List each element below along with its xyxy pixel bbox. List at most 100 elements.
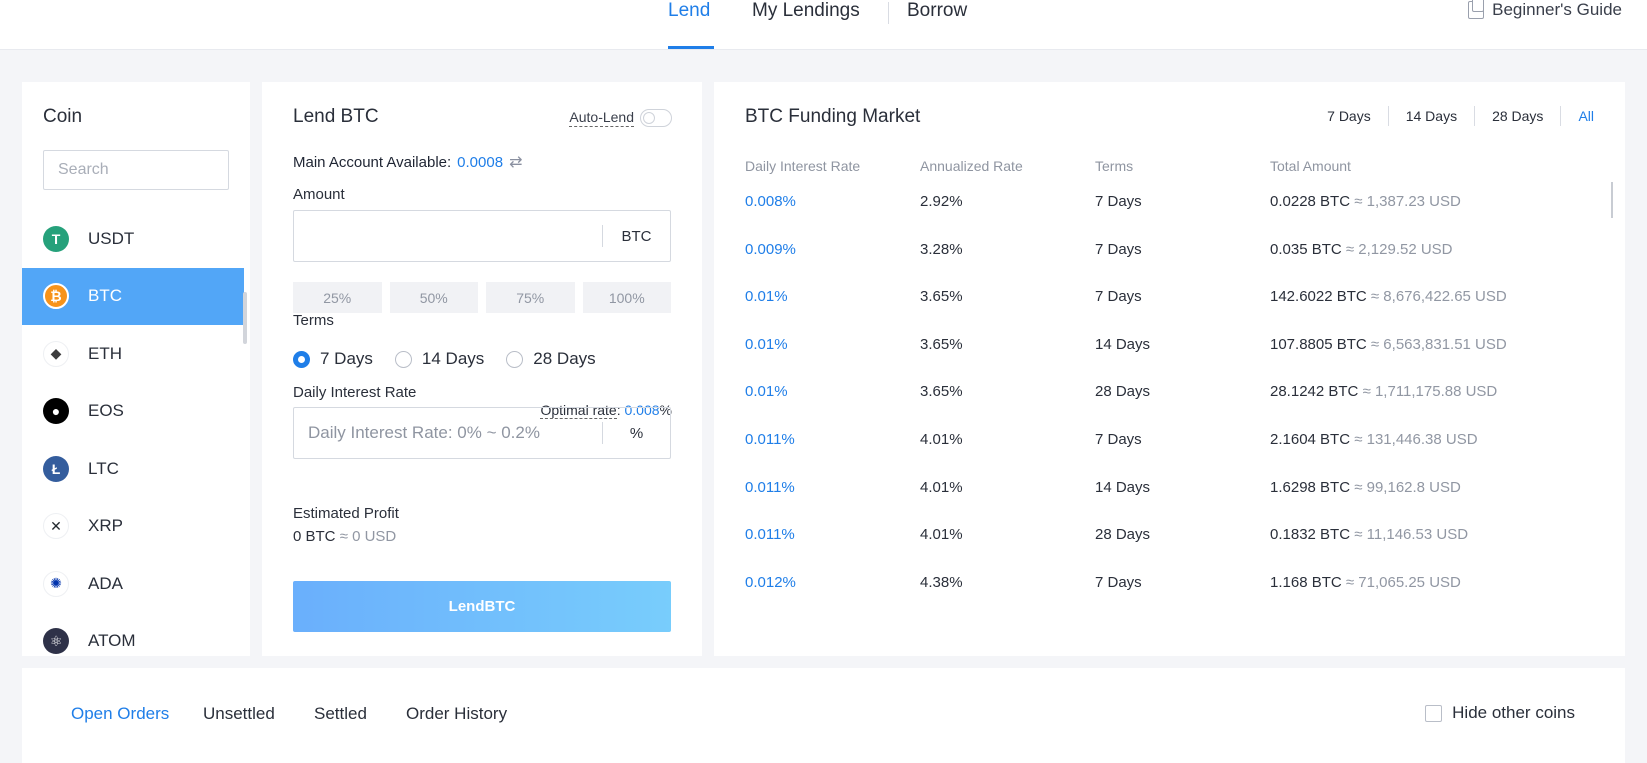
term-cell: 7 Days — [1095, 240, 1142, 258]
annualized-rate-cell: 3.65% — [920, 288, 963, 306]
pct-100-button[interactable]: 100% — [582, 282, 671, 313]
term-cell: 28 Days — [1095, 383, 1151, 401]
coin-item-btc[interactable]: ₿ BTC — [22, 267, 244, 325]
tab-lend[interactable]: Lend — [668, 0, 710, 22]
available-value: 0.0008 — [457, 153, 504, 171]
coin-item-ltc[interactable]: Ł LTC — [22, 440, 244, 498]
column-header-terms: Terms — [1095, 158, 1134, 174]
orders-panel: Open Orders Unsettled Settled Order Hist… — [22, 668, 1625, 763]
pct-75-button[interactable]: 75% — [486, 282, 575, 313]
coin-item-usdt[interactable]: T USDT — [22, 210, 244, 268]
amount-usd: ≈ 71,065.25 USD — [1345, 573, 1461, 591]
market-row[interactable]: 0.01% 3.65% 7 Days 142.6022 BTC ≈ 8,676,422… — [745, 288, 1595, 310]
radio-dot — [506, 350, 524, 368]
market-table-scrollbar[interactable] — [1611, 182, 1613, 218]
term-cell: 7 Days — [1095, 288, 1142, 306]
term-14-days-radio[interactable]: 14 Days — [394, 349, 484, 369]
total-amount-cell: 0.0228 BTC ≈ 1,387.23 USD — [1270, 193, 1461, 210]
market-row[interactable]: 0.012% 4.38% 7 Days 1.168 BTC ≈ 71,065.25 U… — [745, 574, 1595, 596]
auto-lend-toggle[interactable] — [640, 109, 672, 127]
coin-item-xrp[interactable]: ✕ XRP — [22, 498, 244, 556]
term-cell: 7 Days — [1095, 431, 1142, 448]
daily-rate-cell[interactable]: 0.011% — [745, 431, 795, 448]
tab-my-lendings[interactable]: My Lendings — [752, 0, 860, 22]
transfer-icon[interactable]: ⇄ — [509, 152, 522, 172]
annualized-rate-cell: 2.92% — [920, 193, 963, 210]
tab-settled[interactable]: Settled — [314, 704, 367, 724]
coin-item-eos[interactable]: ● EOS — [22, 383, 244, 441]
amount-unit: BTC — [602, 225, 670, 247]
market-row[interactable]: 0.008% 2.92% 7 Days 0.0228 BTC ≈ 1,387.23 U… — [745, 193, 1595, 215]
annualized-rate-cell: 4.01% — [920, 526, 963, 544]
active-tab-indicator — [668, 46, 714, 49]
filter-all[interactable]: All — [1561, 108, 1594, 124]
daily-rate-cell[interactable]: 0.01% — [745, 383, 788, 400]
daily-rate-input[interactable] — [294, 408, 602, 458]
hide-other-coins-checkbox[interactable]: Hide other coins — [1425, 703, 1575, 723]
coin-symbol: BTC — [88, 286, 122, 306]
coin-item-atom[interactable]: ⚛ ATOM — [22, 613, 244, 657]
coin-item-ada[interactable]: ✺ ADA — [22, 555, 244, 613]
coin-symbol: ADA — [88, 573, 123, 593]
term-7-days-radio[interactable]: 7 Days — [293, 349, 373, 369]
coin-list-scrollbar[interactable] — [243, 292, 247, 344]
amount-btc: 28.1242 BTC — [1270, 383, 1359, 401]
pct-25-button[interactable]: 25% — [293, 282, 382, 313]
annualized-rate-cell: 4.38% — [920, 573, 963, 591]
profit-btc: 0 BTC — [293, 528, 336, 545]
pct-50-button[interactable]: 50% — [389, 282, 478, 313]
daily-rate-cell[interactable]: 0.011% — [745, 526, 795, 543]
lend-btc-button[interactable]: LendBTC — [293, 581, 671, 632]
market-row[interactable]: 0.01% 3.65% 28 Days 28.1242 BTC ≈ 1,711,175… — [745, 383, 1595, 405]
term-label: 7 Days — [320, 349, 373, 368]
coin-item-eth[interactable]: ◆ ETH — [22, 325, 244, 383]
tab-open-orders[interactable]: Open Orders — [71, 704, 169, 724]
daily-rate-cell[interactable]: 0.012% — [745, 574, 796, 591]
amount-input[interactable] — [294, 211, 602, 261]
amount-usd: ≈ 6,563,831.51 USD — [1370, 335, 1507, 353]
tab-order-history[interactable]: Order History — [406, 704, 507, 724]
eth-icon: ◆ — [43, 340, 69, 367]
daily-rate-cell[interactable]: 0.008% — [745, 193, 796, 210]
beginners-guide-link[interactable]: Beginner's Guide — [1468, 0, 1622, 20]
coin-list: T USDT ₿ BTC ◆ ETH ● EOS Ł LTC ✕ XRP ✺ ADA ⚛ ATOM — [22, 210, 244, 656]
filter-7-days[interactable]: 7 Days — [1310, 108, 1388, 124]
coin-symbol: LTC — [88, 458, 119, 478]
term-cell: 28 Days — [1095, 526, 1151, 544]
nav-divider — [888, 2, 889, 24]
market-row[interactable]: 0.011% 4.01% 14 Days 1.6298 BTC ≈ 99,162.8 … — [745, 479, 1595, 501]
market-row[interactable]: 0.011% 4.01% 28 Days 0.1832 BTC ≈ 11,146.53… — [745, 526, 1595, 548]
term-28-days-radio[interactable]: 28 Days — [506, 349, 596, 369]
amount-usd: ≈ 131,446.38 USD — [1354, 431, 1478, 448]
amount-btc: 0.035 BTC — [1270, 240, 1342, 258]
estimated-profit-value: 0 BTC ≈ 0 USD — [293, 528, 396, 545]
coin-symbol: USDT — [88, 228, 135, 248]
available-label: Main Account Available: — [293, 153, 452, 171]
tab-borrow[interactable]: Borrow — [907, 0, 967, 22]
term-cell: 14 Days — [1095, 335, 1151, 353]
lend-form-panel: Lend BTC Auto-Lend Main Account Availabl… — [262, 82, 702, 656]
market-row[interactable]: 0.009% 3.28% 7 Days 0.035 BTC ≈ 2,129.52 US… — [745, 241, 1595, 263]
xrp-icon: ✕ — [43, 513, 69, 540]
btc-icon: ₿ — [43, 283, 69, 310]
amount-field: BTC — [293, 210, 671, 262]
filter-28-days[interactable]: 28 Days — [1475, 108, 1560, 124]
daily-rate-cell[interactable]: 0.01% — [745, 336, 788, 353]
filter-14-days[interactable]: 14 Days — [1389, 108, 1474, 124]
amount-usd: ≈ 99,162.8 USD — [1354, 478, 1461, 496]
amount-label: Amount — [293, 186, 345, 203]
daily-rate-cell[interactable]: 0.01% — [745, 288, 788, 305]
daily-rate-cell[interactable]: 0.009% — [745, 241, 796, 258]
market-row[interactable]: 0.01% 3.65% 14 Days 107.8805 BTC ≈ 6,563,83… — [745, 336, 1595, 358]
total-amount-cell: 1.168 BTC ≈ 71,065.25 USD — [1270, 574, 1461, 591]
amount-btc: 1.6298 BTC — [1270, 478, 1351, 496]
coin-search-input[interactable] — [43, 150, 229, 190]
daily-rate-cell[interactable]: 0.011% — [745, 479, 795, 496]
market-row[interactable]: 0.011% 4.01% 7 Days 2.1604 BTC ≈ 131,446.38… — [745, 431, 1595, 453]
profit-usd: ≈ 0 USD — [339, 528, 397, 545]
amount-percentage-buttons: 25% 50% 75% 100% — [293, 282, 671, 313]
tab-unsettled[interactable]: Unsettled — [203, 704, 275, 724]
term-label: 28 Days — [533, 349, 596, 368]
hide-other-coins-label: Hide other coins — [1452, 703, 1575, 722]
total-amount-cell: 28.1242 BTC ≈ 1,711,175.88 USD — [1270, 383, 1497, 400]
